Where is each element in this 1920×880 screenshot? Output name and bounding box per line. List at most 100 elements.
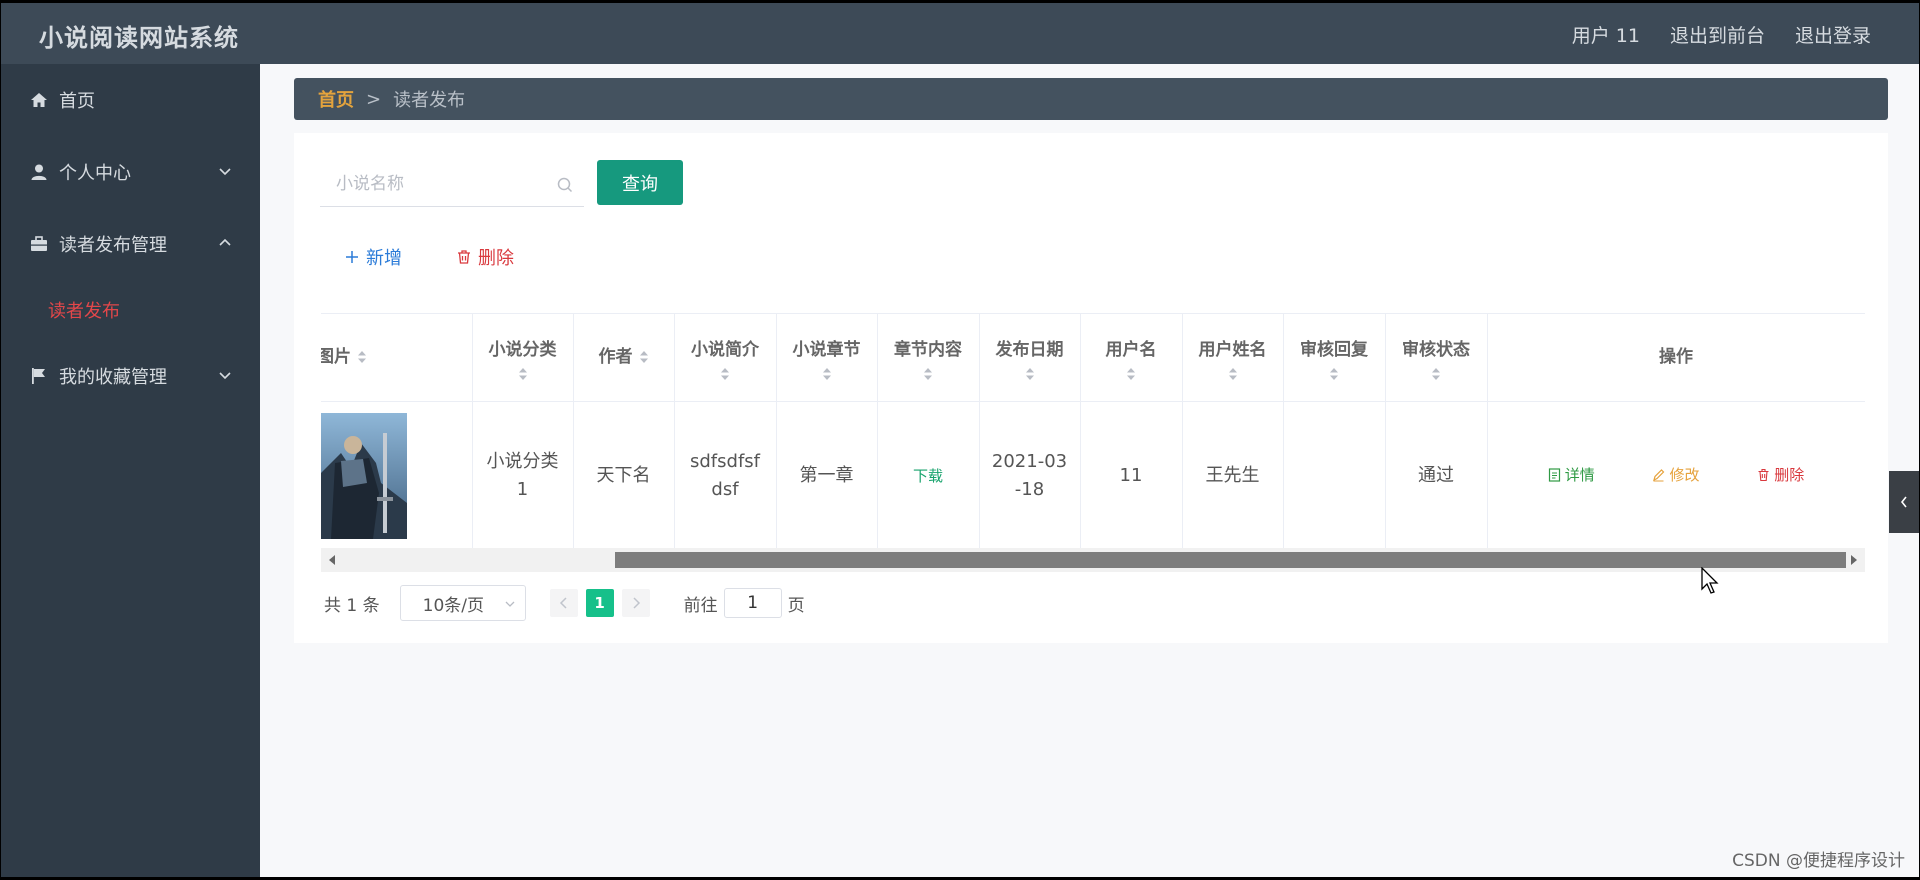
content-card: 查询 新增 删除 图片 小说分类 作者	[294, 133, 1888, 643]
plus-icon	[346, 251, 358, 263]
col-header-date[interactable]: 发布日期	[979, 314, 1081, 402]
batch-delete-button[interactable]: 删除	[456, 244, 514, 270]
add-button-label: 新增	[366, 248, 402, 269]
col-header-reply[interactable]: 审核回复	[1283, 314, 1386, 402]
flag-icon	[32, 368, 45, 384]
sort-icon	[1330, 368, 1338, 381]
briefcase-icon	[31, 236, 47, 251]
cell-reply	[1283, 401, 1386, 551]
top-header: 小说阅读网站系统 用户 11 退出到前台 退出登录	[1, 3, 1919, 64]
col-header-image[interactable]: 图片	[321, 314, 473, 402]
col-header-username[interactable]: 用户名	[1080, 314, 1183, 402]
page-size-select[interactable]: 10条/页	[399, 585, 526, 621]
pagination: 共 1 条 10条/页 1 前往 页	[324, 585, 805, 621]
sidebar-item-label: 首页	[59, 91, 95, 112]
prev-page-button[interactable]	[549, 589, 578, 617]
chevron-down-icon	[505, 601, 515, 607]
page-number-button[interactable]: 1	[585, 589, 614, 617]
watermark: CSDN @便捷程序设计	[1732, 851, 1905, 871]
sort-icon	[1127, 368, 1135, 381]
chevron-right-icon	[633, 597, 640, 609]
delete-button-label: 删除	[478, 248, 514, 269]
sort-icon	[822, 368, 831, 381]
goto-page-input[interactable]	[723, 588, 782, 618]
user-icon	[31, 164, 47, 180]
sidebar-item-my-favorites-management[interactable]: 我的收藏管理	[1, 340, 260, 412]
chevron-left-icon	[1900, 496, 1907, 508]
detail-button[interactable]: 详情	[1548, 461, 1595, 489]
chevron-up-icon	[219, 238, 231, 246]
scroll-right-arrow-icon[interactable]	[1851, 555, 1857, 565]
scroll-left-arrow-icon[interactable]	[329, 555, 335, 565]
cell-author: 天下名	[573, 401, 675, 551]
col-header-content[interactable]: 章节内容	[877, 314, 980, 402]
cell-intro: sdfsdfsfdsf	[674, 401, 777, 551]
sidebar-subitem-reader-publish[interactable]: 读者发布	[1, 280, 260, 340]
top-links: 用户 11 退出到前台 退出登录	[1572, 21, 1871, 48]
cell-operations: 详情 修改 删除	[1487, 401, 1865, 551]
sidebar-item-personal-center[interactable]: 个人中心	[1, 136, 260, 208]
col-header-operations: 操作	[1487, 314, 1865, 402]
cell-category: 小说分类1	[472, 401, 574, 551]
scrollbar-thumb[interactable]	[615, 552, 1846, 568]
collapse-side-tab[interactable]	[1889, 471, 1919, 533]
cell-chapter: 第一章	[776, 401, 878, 551]
sort-icon	[1432, 368, 1440, 381]
query-button[interactable]: 查询	[597, 160, 683, 205]
sort-icon	[721, 368, 729, 381]
sidebar-item-home[interactable]: 首页	[1, 64, 260, 136]
breadcrumb: 首页 > 读者发布	[294, 78, 1888, 120]
sidebar: 首页 个人中心 读者发布管理 读者发布 我的收藏管理	[1, 64, 260, 877]
sort-icon	[518, 368, 527, 381]
goto-label: 前往	[683, 595, 718, 616]
search-icon[interactable]	[556, 176, 574, 194]
sort-icon	[358, 351, 366, 364]
sort-icon	[1025, 368, 1034, 381]
breadcrumb-home[interactable]: 首页	[318, 86, 354, 112]
table-row: 小说分类1 天下名 sdfsdfsfdsf 第一章 下载 2021-03-18 …	[321, 401, 1865, 551]
col-header-category[interactable]: 小说分类	[472, 314, 574, 402]
next-page-button[interactable]	[621, 589, 650, 617]
sort-icon	[639, 351, 648, 364]
sidebar-item-label: 读者发布管理	[59, 235, 167, 256]
table-header-row: 图片 小说分类 作者 小说简介 小说章节 章节内容 发布日期 用户名 用户姓名 …	[321, 314, 1865, 402]
download-link[interactable]: 下载	[913, 467, 943, 485]
novel-cover-image[interactable]	[321, 412, 407, 539]
pagination-total: 共 1 条	[324, 595, 380, 616]
edit-button[interactable]: 修改	[1652, 461, 1700, 489]
col-header-chapter[interactable]: 小说章节	[776, 314, 878, 402]
sort-icon	[924, 368, 932, 381]
user-menu[interactable]: 用户 11	[1572, 21, 1640, 48]
mouse-cursor-icon	[1701, 567, 1719, 594]
exit-to-frontend-link[interactable]: 退出到前台	[1670, 21, 1765, 48]
breadcrumb-current: 读者发布	[393, 90, 466, 111]
search-input[interactable]	[320, 163, 550, 205]
cell-content: 下载	[877, 401, 980, 551]
trash-icon	[1758, 468, 1769, 481]
cell-image	[321, 401, 473, 551]
app-title: 小说阅读网站系统	[39, 24, 239, 52]
sidebar-item-label: 个人中心	[59, 163, 131, 184]
document-icon	[1548, 467, 1560, 482]
logout-link[interactable]: 退出登录	[1795, 21, 1871, 48]
app-frame: 小说阅读网站系统 用户 11 退出到前台 退出登录 首页 个人中心 读者发布管理…	[1, 3, 1919, 877]
cell-date: 2021-03-18	[979, 401, 1081, 551]
horizontal-scrollbar[interactable]	[321, 548, 1865, 572]
main-content: 首页 > 读者发布 查询 新增 删除	[260, 64, 1919, 877]
search-box	[320, 163, 584, 207]
data-table: 图片 小说分类 作者 小说简介 小说章节 章节内容 发布日期 用户名 用户姓名 …	[321, 313, 1865, 556]
col-header-realname[interactable]: 用户姓名	[1182, 314, 1284, 402]
edit-icon	[1653, 468, 1665, 481]
row-delete-button[interactable]: 删除	[1757, 461, 1804, 489]
chevron-down-icon	[219, 168, 231, 176]
chevron-left-icon	[559, 597, 567, 609]
col-header-author[interactable]: 作者	[573, 314, 675, 402]
col-header-status[interactable]: 审核状态	[1385, 314, 1488, 402]
goto-suffix: 页	[787, 595, 805, 616]
sidebar-item-reader-publish-management[interactable]: 读者发布管理	[1, 208, 260, 280]
home-icon	[31, 93, 47, 107]
cell-realname: 王先生	[1182, 401, 1284, 551]
add-button[interactable]: 新增	[344, 244, 402, 270]
trash-icon	[458, 250, 470, 264]
col-header-intro[interactable]: 小说简介	[674, 314, 777, 402]
